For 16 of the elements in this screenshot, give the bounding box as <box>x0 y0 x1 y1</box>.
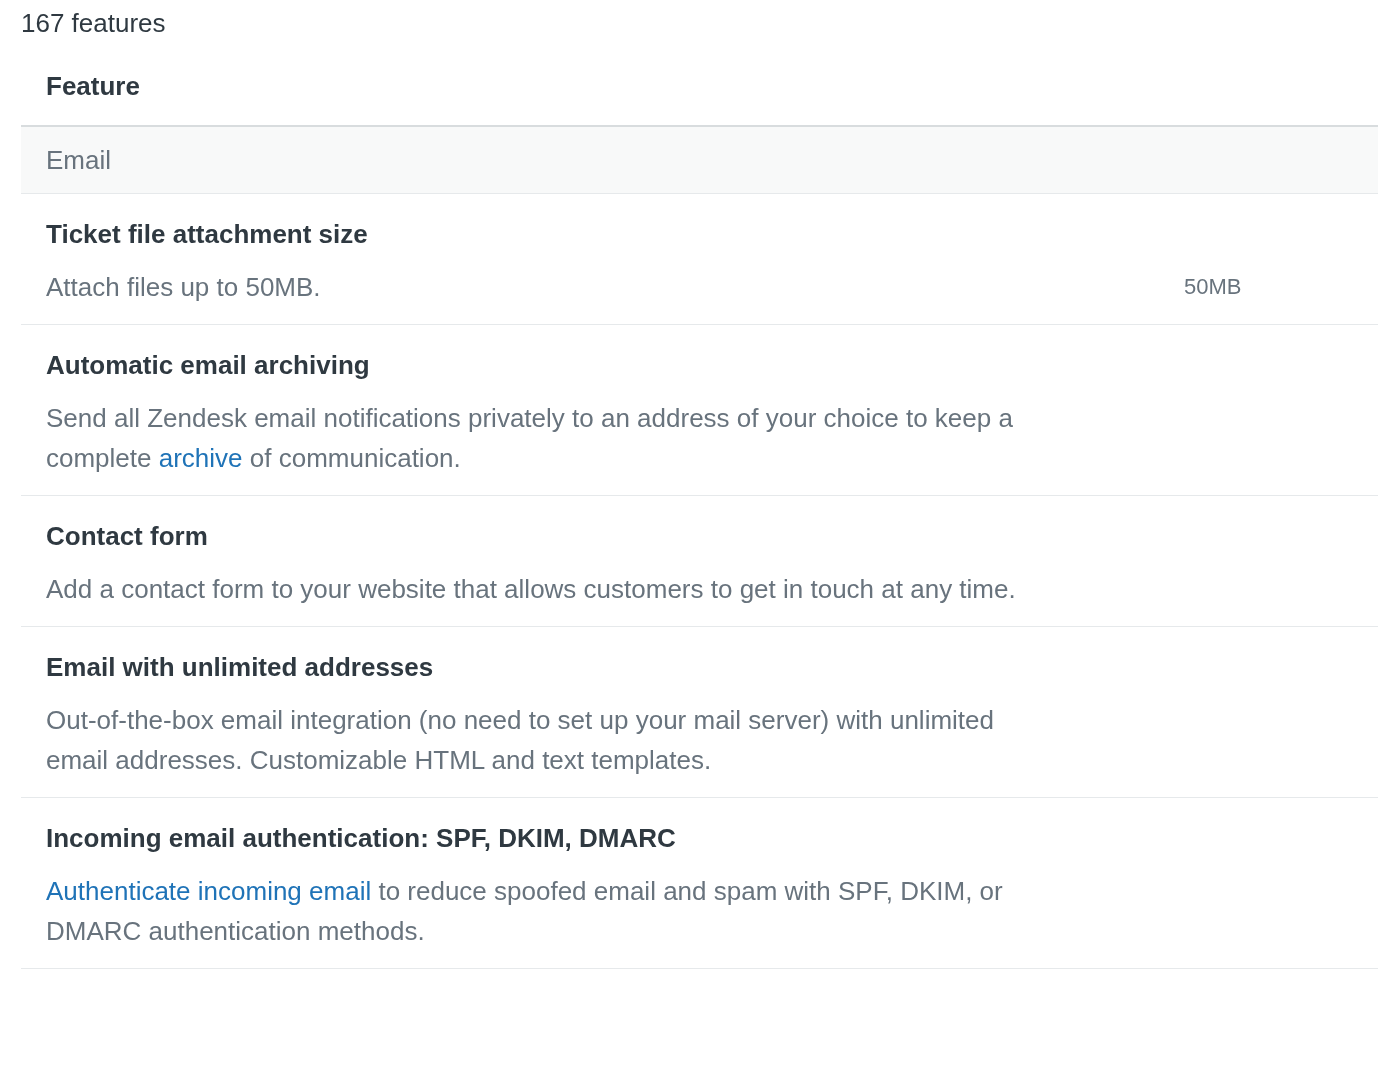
feature-description: Out-of-the-box email integration (no need to set up your mail server) with unlimited email addresses. Customizable HTML and text templates. <box>46 704 995 777</box>
description-link[interactable]: archive <box>158 443 243 473</box>
feature-description: Attach files up to 50MB. <box>46 271 322 304</box>
feature-title: Incoming email authentication: SPF, DKIM, DMARC <box>46 822 677 855</box>
feature-description: Authenticate incoming email to reduce spoofed email and spam with SPF, DKIM, or DMARC authentication methods. <box>46 875 1004 948</box>
feature-title: Email with unlimited addresses <box>46 651 435 684</box>
category-row: Email <box>21 127 1378 194</box>
description-link[interactable]: Authenticate incoming email <box>46 876 372 906</box>
column-heading: Feature <box>46 71 140 101</box>
feature-count: 167 features <box>21 7 167 40</box>
feature-title: Ticket file attachment size <box>46 218 369 251</box>
feature-title: Contact form <box>46 520 209 553</box>
feature-description: Add a contact form to your website that allows customers to get in touch at any time. <box>46 573 1017 606</box>
feature-value: 50MB <box>1184 273 1243 301</box>
feature-description: Send all Zendesk email notifications privately to an address of your choice to keep a complete archive of communication. <box>46 402 1014 475</box>
feature-title: Automatic email archiving <box>46 349 371 382</box>
